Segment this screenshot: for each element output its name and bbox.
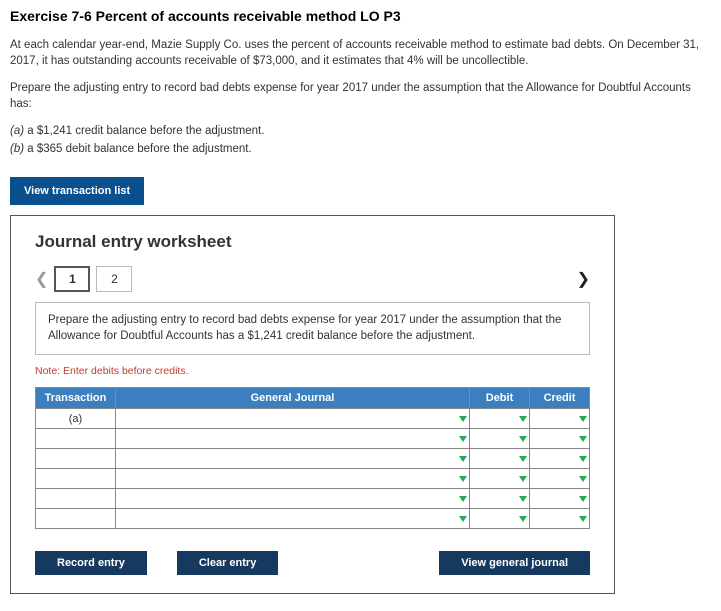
chevron-down-icon bbox=[579, 456, 587, 462]
cell-credit[interactable] bbox=[530, 409, 590, 429]
chevron-down-icon bbox=[579, 416, 587, 422]
table-row bbox=[36, 449, 590, 469]
chevron-down-icon bbox=[579, 476, 587, 482]
col-credit: Credit bbox=[530, 388, 590, 409]
cell-general-journal[interactable] bbox=[116, 449, 470, 469]
option-b-prefix: (b) bbox=[10, 143, 27, 155]
table-row bbox=[36, 469, 590, 489]
cell-credit[interactable] bbox=[530, 469, 590, 489]
chevron-down-icon bbox=[459, 436, 467, 442]
col-debit: Debit bbox=[470, 388, 530, 409]
cell-transaction bbox=[36, 449, 116, 469]
chevron-down-icon bbox=[519, 516, 527, 522]
tab-2[interactable]: 2 bbox=[96, 266, 132, 292]
cell-debit[interactable] bbox=[470, 429, 530, 449]
pager-row: ❮ 1 2 ❯ bbox=[35, 266, 590, 292]
cell-credit[interactable] bbox=[530, 429, 590, 449]
view-transaction-list-button[interactable]: View transaction list bbox=[10, 177, 144, 205]
chevron-down-icon bbox=[519, 416, 527, 422]
worksheet-heading: Journal entry worksheet bbox=[35, 232, 590, 252]
problem-paragraph-2: Prepare the adjusting entry to record ba… bbox=[10, 81, 711, 112]
chevron-down-icon bbox=[579, 516, 587, 522]
cell-debit[interactable] bbox=[470, 449, 530, 469]
option-a-prefix: (a) bbox=[10, 125, 27, 137]
cell-general-journal[interactable] bbox=[116, 489, 470, 509]
chevron-down-icon bbox=[519, 456, 527, 462]
col-general-journal: General Journal bbox=[116, 388, 470, 409]
chevron-down-icon bbox=[579, 436, 587, 442]
table-row bbox=[36, 489, 590, 509]
table-row bbox=[36, 429, 590, 449]
debits-credits-note: Note: Enter debits before credits. bbox=[35, 365, 590, 377]
clear-entry-button[interactable]: Clear entry bbox=[177, 551, 278, 575]
cell-transaction bbox=[36, 429, 116, 449]
table-row bbox=[36, 509, 590, 529]
chevron-down-icon bbox=[459, 516, 467, 522]
bottom-button-row: Record entry Clear entry View general jo… bbox=[35, 551, 590, 575]
cell-credit[interactable] bbox=[530, 449, 590, 469]
instruction-box: Prepare the adjusting entry to record ba… bbox=[35, 302, 590, 355]
journal-entry-panel: Journal entry worksheet ❮ 1 2 ❯ Prepare … bbox=[10, 215, 615, 594]
problem-paragraph-1: At each calendar year-end, Mazie Supply … bbox=[10, 38, 711, 69]
chevron-down-icon bbox=[519, 476, 527, 482]
chevron-down-icon bbox=[459, 496, 467, 502]
journal-table: Transaction General Journal Debit Credit… bbox=[35, 387, 590, 529]
chevron-down-icon bbox=[459, 476, 467, 482]
tab-1[interactable]: 1 bbox=[54, 266, 90, 292]
cell-transaction bbox=[36, 469, 116, 489]
chevron-down-icon bbox=[519, 436, 527, 442]
cell-debit[interactable] bbox=[470, 409, 530, 429]
cell-debit[interactable] bbox=[470, 489, 530, 509]
option-b: (b) a $365 debit balance before the adju… bbox=[10, 142, 711, 158]
cell-debit[interactable] bbox=[470, 509, 530, 529]
chevron-right-icon[interactable]: ❯ bbox=[577, 269, 590, 289]
view-general-journal-button[interactable]: View general journal bbox=[439, 551, 590, 575]
cell-general-journal[interactable] bbox=[116, 409, 470, 429]
option-a-text: a $1,241 credit balance before the adjus… bbox=[27, 125, 264, 137]
option-b-text: a $365 debit balance before the adjustme… bbox=[27, 143, 251, 155]
cell-credit[interactable] bbox=[530, 489, 590, 509]
cell-credit[interactable] bbox=[530, 509, 590, 529]
cell-general-journal[interactable] bbox=[116, 429, 470, 449]
cell-general-journal[interactable] bbox=[116, 509, 470, 529]
chevron-down-icon bbox=[459, 456, 467, 462]
option-a: (a) a $1,241 credit balance before the a… bbox=[10, 124, 711, 140]
chevron-down-icon bbox=[459, 416, 467, 422]
chevron-left-icon[interactable]: ❮ bbox=[35, 269, 48, 289]
col-transaction: Transaction bbox=[36, 388, 116, 409]
table-row: (a) bbox=[36, 409, 590, 429]
chevron-down-icon bbox=[519, 496, 527, 502]
cell-debit[interactable] bbox=[470, 469, 530, 489]
cell-transaction bbox=[36, 489, 116, 509]
cell-transaction bbox=[36, 509, 116, 529]
chevron-down-icon bbox=[579, 496, 587, 502]
cell-general-journal[interactable] bbox=[116, 469, 470, 489]
record-entry-button[interactable]: Record entry bbox=[35, 551, 147, 575]
cell-transaction: (a) bbox=[36, 409, 116, 429]
exercise-title: Exercise 7-6 Percent of accounts receiva… bbox=[10, 8, 711, 24]
